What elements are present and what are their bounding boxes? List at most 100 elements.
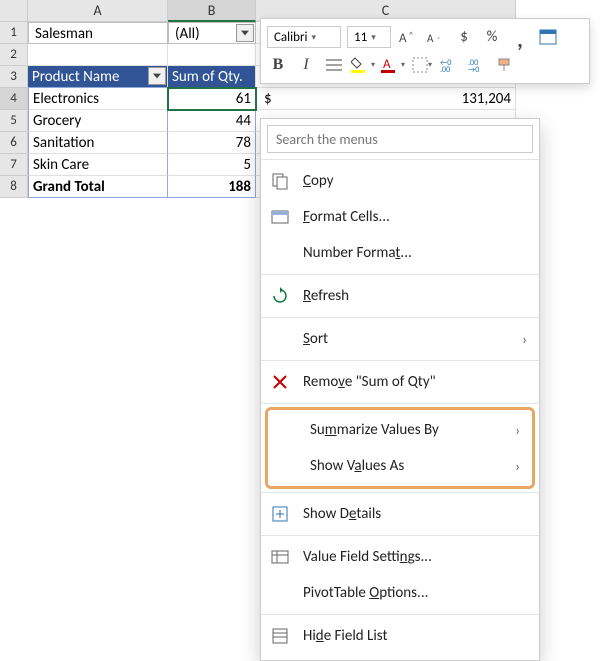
format-painter-button[interactable] — [495, 54, 517, 76]
cell-b2[interactable] — [168, 44, 256, 66]
filter-dropdown-button[interactable] — [236, 24, 254, 42]
row-header-4[interactable]: 4 — [0, 88, 28, 110]
menu-item-pivottable-options[interactable]: PivotTable Options... — [261, 575, 539, 611]
row-header-7[interactable]: 7 — [0, 154, 28, 176]
show-values-label: Show Values As — [310, 457, 503, 475]
col-header-b[interactable]: B — [168, 0, 256, 22]
format-painter-icon — [497, 57, 515, 73]
svg-text:A: A — [383, 57, 391, 72]
font-color-button[interactable]: A▾ — [381, 54, 405, 76]
pivot-options-icon — [269, 582, 291, 604]
borders-button[interactable]: ▾ — [411, 54, 433, 76]
number-format-icon — [269, 242, 291, 264]
borders-icon — [412, 57, 428, 73]
value-field-label: Value Field Settings... — [303, 548, 527, 566]
menu-item-refresh[interactable]: Refresh — [261, 278, 539, 314]
menu-separator — [261, 159, 539, 160]
menu-item-copy[interactable]: Copy — [261, 163, 539, 199]
pivot-val-skincare[interactable]: 5 — [168, 154, 256, 176]
row-header-6[interactable]: 6 — [0, 132, 28, 154]
pivot-row-sanitation[interactable]: Sanitation — [28, 132, 168, 154]
refresh-label: Refresh — [303, 287, 527, 305]
menu-item-number-format[interactable]: Number Format... — [261, 235, 539, 271]
font-name-combo[interactable]: Calibri▾ — [267, 26, 341, 48]
decrease-font-icon: Aˇ — [427, 29, 445, 45]
menu-item-format-cells[interactable]: Format Cells... — [261, 199, 539, 235]
format-cells-icon — [269, 206, 291, 228]
summarize-label: Summarize Values By — [310, 421, 503, 439]
row-header-2[interactable]: 2 — [0, 44, 28, 66]
increase-font-button[interactable]: A^ — [397, 26, 419, 48]
menu-item-show-details[interactable]: Show Details — [261, 496, 539, 532]
align-icon — [326, 58, 342, 72]
select-all-corner[interactable] — [0, 0, 28, 22]
decrease-font-button[interactable]: Aˇ — [425, 26, 447, 48]
cell-c4[interactable]: $ 131,204 — [256, 88, 516, 110]
context-menu: Copy Format Cells... Number Format... Re… — [260, 118, 540, 661]
accounting-format-button[interactable]: $ — [453, 26, 475, 48]
show-values-icon — [276, 455, 298, 477]
show-details-icon — [269, 503, 291, 525]
increase-decimal-button[interactable]: ←0.00 — [439, 54, 461, 76]
menu-item-sort[interactable]: Sort › — [261, 321, 539, 357]
cell-a2[interactable] — [28, 44, 168, 66]
pivot-val-grocery[interactable]: 44 — [168, 110, 256, 132]
col-header-a[interactable]: A — [28, 0, 168, 22]
bold-button[interactable]: B — [267, 54, 289, 76]
font-size-value: 11 — [354, 30, 367, 45]
menu-separator — [261, 614, 539, 615]
c4-prefix: $ — [264, 88, 272, 110]
number-format-label: Number Format... — [303, 244, 527, 262]
mini-toolbar: Calibri▾ 11▾ A^ Aˇ $ % , B I ▾ A▾ ▾ — [260, 18, 590, 84]
chevron-right-icon: › — [522, 331, 527, 348]
chevron-down-icon — [241, 30, 249, 36]
italic-button[interactable]: I — [295, 54, 317, 76]
menu-item-hide-field-list[interactable]: Hide Field List — [261, 618, 539, 654]
sum-qty-header: Sum of Qty. — [172, 68, 243, 86]
pivot-col-header-b[interactable]: Sum of Qty. — [168, 66, 256, 88]
remove-label: Remove "Sum of Qty" — [303, 373, 527, 391]
sort-icon — [269, 328, 291, 350]
menu-item-remove[interactable]: Remove "Sum of Qty" — [261, 364, 539, 400]
menu-item-summarize-values[interactable]: Summarize Values By › — [268, 412, 532, 448]
summarize-icon — [276, 419, 298, 441]
chevron-right-icon: › — [515, 458, 520, 475]
filter-value-cell[interactable]: (All) — [168, 22, 256, 44]
row-header-3[interactable]: 3 — [0, 66, 28, 88]
fill-color-button[interactable]: ▾ — [351, 54, 375, 76]
conditional-format-button[interactable] — [537, 26, 559, 48]
copy-icon — [269, 170, 291, 192]
align-button[interactable] — [323, 54, 345, 76]
row-header-8[interactable]: 8 — [0, 176, 28, 198]
menu-search-input[interactable] — [267, 125, 533, 153]
font-size-combo[interactable]: 11▾ — [347, 26, 391, 48]
selected-cell-b4[interactable]: 61 — [168, 88, 256, 110]
comma-format-button[interactable]: , — [509, 26, 531, 48]
pivot-row-grocery[interactable]: Grocery — [28, 110, 168, 132]
row-header-1[interactable]: 1 — [0, 22, 28, 44]
row-header-5[interactable]: 5 — [0, 110, 28, 132]
table-format-icon — [539, 29, 557, 45]
hide-field-label: Hide Field List — [303, 627, 527, 645]
hide-field-list-icon — [269, 625, 291, 647]
refresh-icon — [269, 285, 291, 307]
menu-separator — [261, 317, 539, 318]
chevron-right-icon: › — [515, 422, 520, 439]
grand-total-value[interactable]: 188 — [168, 176, 256, 198]
pivot-row-electronics[interactable]: Electronics — [28, 88, 168, 110]
menu-item-value-field-settings[interactable]: Value Field Settings... — [261, 539, 539, 575]
pivot-val-sanitation[interactable]: 78 — [168, 132, 256, 154]
show-details-label: Show Details — [303, 505, 527, 523]
pivot-col-header-a[interactable]: Product Name — [28, 66, 168, 88]
percent-format-button[interactable]: % — [481, 26, 503, 48]
grand-total-label[interactable]: Grand Total — [28, 176, 168, 198]
chevron-down-icon — [153, 73, 161, 79]
pivot-filter-button[interactable] — [148, 67, 166, 85]
filter-label-cell[interactable]: Salesman — [28, 22, 168, 44]
svg-text:A: A — [399, 31, 407, 45]
svg-text:A: A — [427, 32, 434, 45]
pivot-row-skincare[interactable]: Skin Care — [28, 154, 168, 176]
decrease-decimal-icon: .00→0 — [468, 57, 488, 73]
decrease-decimal-button[interactable]: .00→0 — [467, 54, 489, 76]
menu-item-show-values-as[interactable]: Show Values As › — [268, 448, 532, 484]
